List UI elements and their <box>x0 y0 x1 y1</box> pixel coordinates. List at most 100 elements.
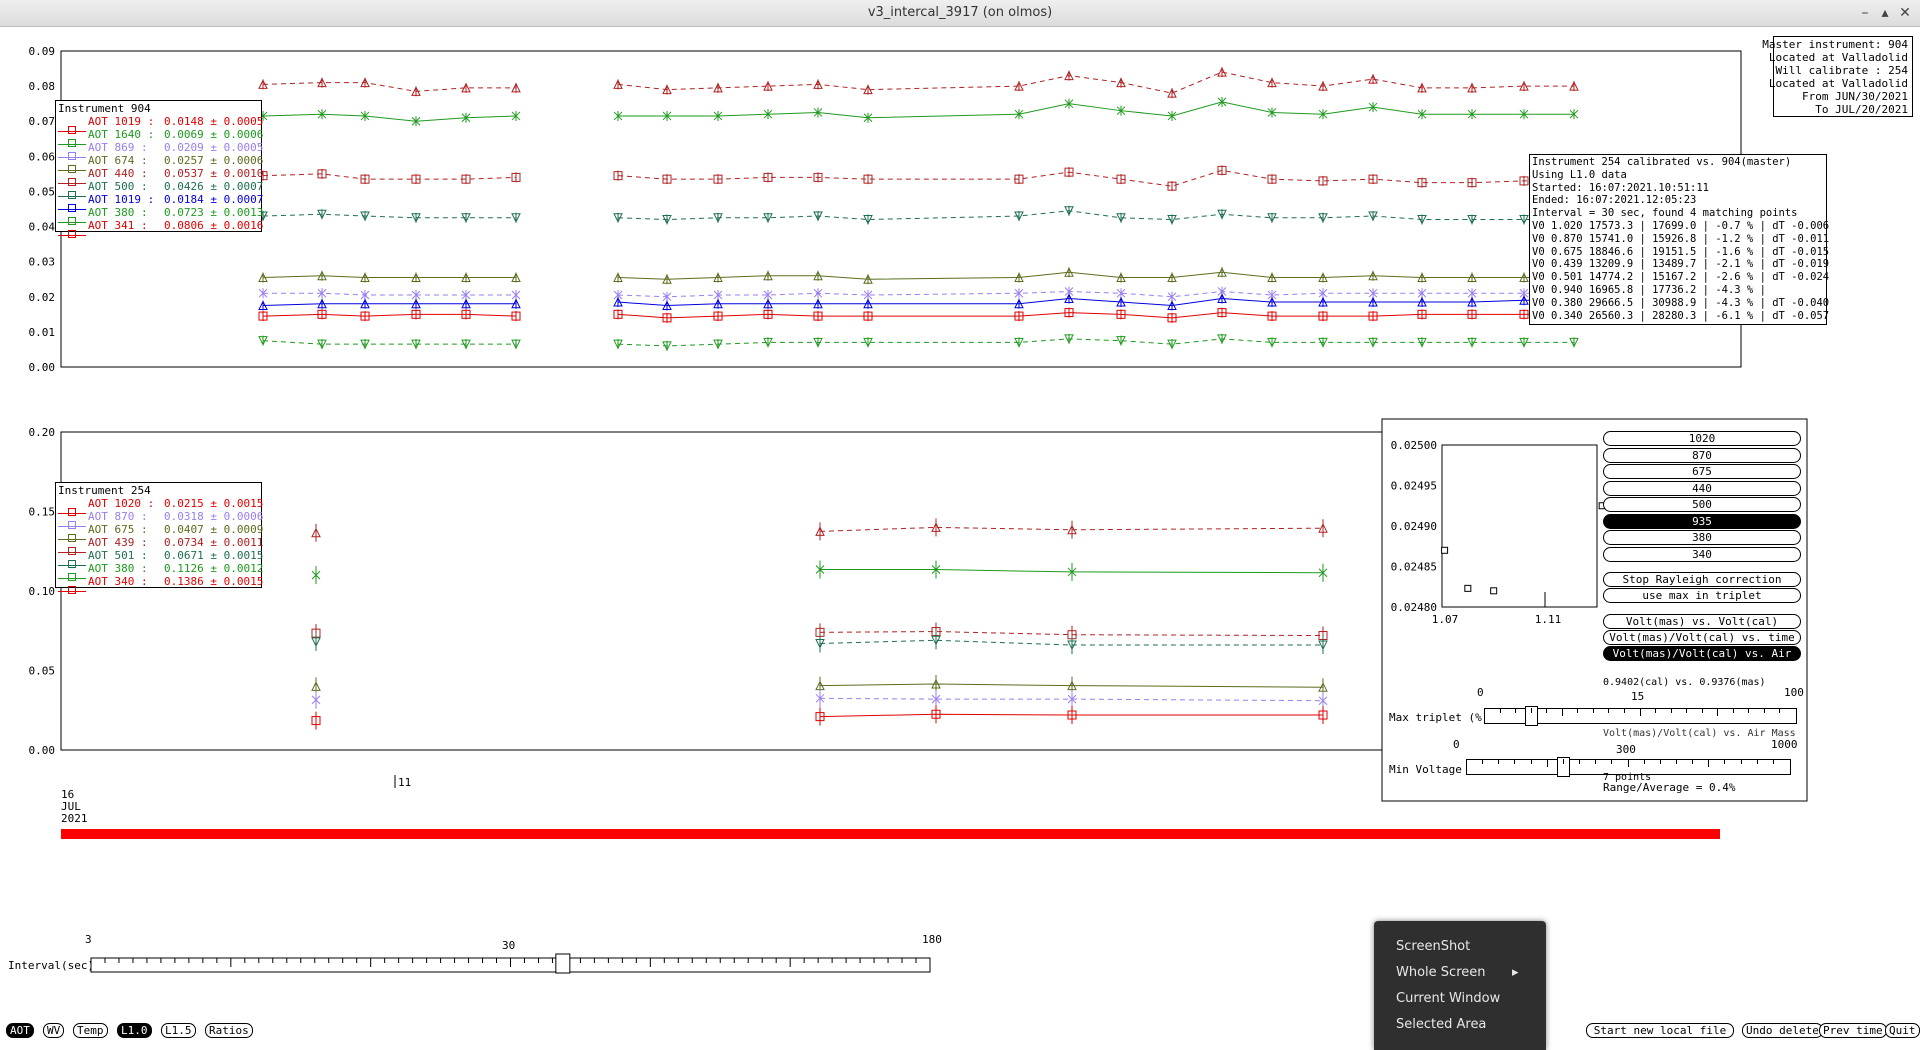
legend-value: 0.0407 ± 0.0009 <box>164 523 264 536</box>
plot1-y-axis: 0.09 0.08 0.07 0.06 0.05 0.04 0.03 0.02 0.01 0.00 <box>29 45 56 374</box>
y-tick-label: 0.05 <box>29 665 56 678</box>
channel-button-870[interactable]: 870 <box>1603 447 1801 463</box>
series-line <box>262 173 517 180</box>
channel-button-440[interactable]: 440 <box>1603 480 1801 496</box>
start-new-local-file-button[interactable]: Start new local file <box>1586 1023 1734 1038</box>
channel-button-380[interactable]: 380 <box>1603 530 1801 545</box>
plot1-series[interactable] <box>258 66 1579 352</box>
slider-tick <box>1623 708 1625 713</box>
slider-tick <box>1608 708 1610 713</box>
channel-button-340[interactable]: 340 <box>1603 546 1801 562</box>
legend-label: AOT 439 : <box>88 536 148 549</box>
legend-row: AOT 1020 : 0.0215 ± 0.0015 <box>56 497 263 516</box>
legend-row: AOT 340 : 0.1386 ± 0.0015 <box>56 575 264 594</box>
legend-value: 0.0671 ± 0.0015 <box>164 549 264 562</box>
legend-value: 0.0806 ± 0.0016 <box>164 219 264 232</box>
undo-delete-button[interactable]: Undo delete <box>1742 1023 1823 1038</box>
legend-value: 0.1386 ± 0.0015 <box>164 575 264 588</box>
slider-tick <box>1748 708 1750 713</box>
side-data-point[interactable] <box>1490 587 1498 595</box>
toggle-l10[interactable]: L1.0 <box>117 1023 152 1038</box>
title-bar: v3_intercal_3917 (on olmos) – ▴ ✕ <box>0 0 1920 27</box>
mode-button-2[interactable]: Volt(mas)/Volt(cal) vs. Air Mass <box>1603 646 1801 673</box>
min-voltage-min: 0 <box>1453 738 1460 751</box>
side-data-point[interactable] <box>1464 584 1472 592</box>
info-line: V0 0.940 16965.8 | 17736.2 | -4.3 % | <box>1532 284 1766 296</box>
y-tick-label: 0.09 <box>29 45 56 58</box>
minimize-icon[interactable]: – <box>1856 4 1874 22</box>
y-tick-label: 0.08 <box>29 80 56 93</box>
stop-rayleigh-button[interactable]: Stop Rayleigh correction <box>1603 572 1801 587</box>
toggle-ratios[interactable]: Ratios <box>205 1023 253 1038</box>
toggle-l15[interactable]: L1.5 <box>161 1023 196 1038</box>
slider-tick <box>1686 708 1688 713</box>
series-line <box>263 292 516 296</box>
series-line <box>262 113 517 122</box>
menu-item-screenshot[interactable]: ScreenShot <box>1396 939 1470 954</box>
channel-button-1020[interactable]: 1020 <box>1603 431 1801 446</box>
slider-tick <box>1659 759 1661 764</box>
close-icon[interactable]: ✕ <box>1896 4 1914 22</box>
plot2-series[interactable] <box>311 518 1328 730</box>
legend-label: AOT 380 : <box>88 562 148 575</box>
menu-item-current-window[interactable]: Current Window <box>1396 991 1500 1006</box>
legend-label: AOT 500 : <box>88 180 148 193</box>
y-tick-label: 0.01 <box>29 326 56 339</box>
legend-value: 0.1126 ± 0.0012 <box>164 562 264 575</box>
series-line <box>262 275 516 278</box>
legend-row: AOT 440 : 0.0537 ± 0.0010 <box>56 167 263 186</box>
info-line: Instrument 254 calibrated vs. 904(master… <box>1532 156 1792 168</box>
max-triplet-max: 100 <box>1784 686 1804 699</box>
legend-label: AOT 1020 : <box>88 497 155 510</box>
slider-tick <box>1611 759 1613 764</box>
series-line <box>617 291 1574 298</box>
channel-button-935[interactable]: 935 <box>1603 513 1801 529</box>
window-title: v3_intercal_3917 (on olmos) <box>867 5 1053 20</box>
legend-row: AOT 1019 : 0.0184 ± 0.0007 <box>56 193 263 212</box>
master-info-box: Master instrument: 904 Located at Vallado… <box>1762 36 1913 117</box>
quit-button[interactable]: Quit <box>1885 1023 1920 1038</box>
maximize-icon[interactable]: ▴ <box>1876 4 1894 22</box>
y-tick-label: 0.02480 <box>1391 601 1437 614</box>
plot1-frame <box>60 50 1742 368</box>
legend-value: 0.0069 ± 0.0006 <box>164 128 264 141</box>
slider-tick <box>1639 708 1641 716</box>
toggle-aot[interactable]: AOT <box>6 1023 34 1038</box>
legend-label: AOT 1019 : <box>88 193 155 206</box>
series-line <box>262 82 516 92</box>
info-line: V0 0.501 14774.2 | 15167.2 | -2.6 % | dT… <box>1532 271 1830 284</box>
channel-button-675[interactable]: 675 <box>1603 464 1801 479</box>
channel-button-500[interactable]: 500 <box>1603 497 1801 512</box>
interval-slider-knob[interactable] <box>555 953 571 974</box>
use-max-button[interactable]: use max in triplet <box>1603 588 1801 603</box>
info-line: Located at Valladolid <box>1768 51 1908 64</box>
side-data-point[interactable] <box>1441 546 1449 554</box>
y-tick-label: 0.03 <box>29 256 56 269</box>
series-line <box>262 313 517 317</box>
mode-button-1[interactable]: Volt(mas)/Volt(cal) vs. time <box>1603 630 1801 645</box>
y-tick-label: 0.02 <box>29 291 56 304</box>
plot1-legend: Instrument 904 AOT 1019 : 0.0148 ± 0.0005… <box>55 100 264 238</box>
prev-time-button[interactable]: Prev time <box>1819 1023 1887 1038</box>
ratio-text: 0.9402(cal) vs. 0.9376(mas) <box>1603 677 1766 688</box>
y-tick-label: 0.00 <box>29 744 56 757</box>
info-line: V0 0.380 29666.5 | 30988.9 | -4.3 % | dT… <box>1532 296 1830 309</box>
info-line: V0 1.020 17573.3 | 17699.0 | -0.7 % | dT… <box>1532 220 1830 232</box>
info-line: V0 0.340 26560.3 | 28280.3 | -6.1 % | dT… <box>1532 309 1830 322</box>
slider-tick <box>1655 708 1657 713</box>
slider-tick <box>1732 708 1734 713</box>
slider-tick <box>1756 759 1758 764</box>
legend-label: AOT 870 : <box>88 510 148 523</box>
menu-item-selected-area[interactable]: Selected Area <box>1396 1017 1486 1032</box>
legend-row: AOT 870 : 0.0318 ± 0.0006 <box>56 510 263 529</box>
legend-row: AOT 1019 : 0.0148 ± 0.0005 <box>56 115 263 134</box>
plot2-frame <box>60 431 1419 751</box>
legend-label: AOT 341 : <box>88 219 148 232</box>
menu-item-whole-screen[interactable]: Whole Screen <box>1396 965 1485 980</box>
toggle-temp[interactable]: Temp <box>73 1023 108 1038</box>
y-tick-label: 0.20 <box>29 426 56 439</box>
mode-button-0[interactable]: Volt(mas) vs. Volt(cal) <box>1603 614 1801 629</box>
time-range-bar[interactable] <box>61 829 1720 839</box>
toggle-wv[interactable]: WV <box>43 1023 65 1038</box>
legend-value: 0.0257 ± 0.0006 <box>164 154 264 167</box>
